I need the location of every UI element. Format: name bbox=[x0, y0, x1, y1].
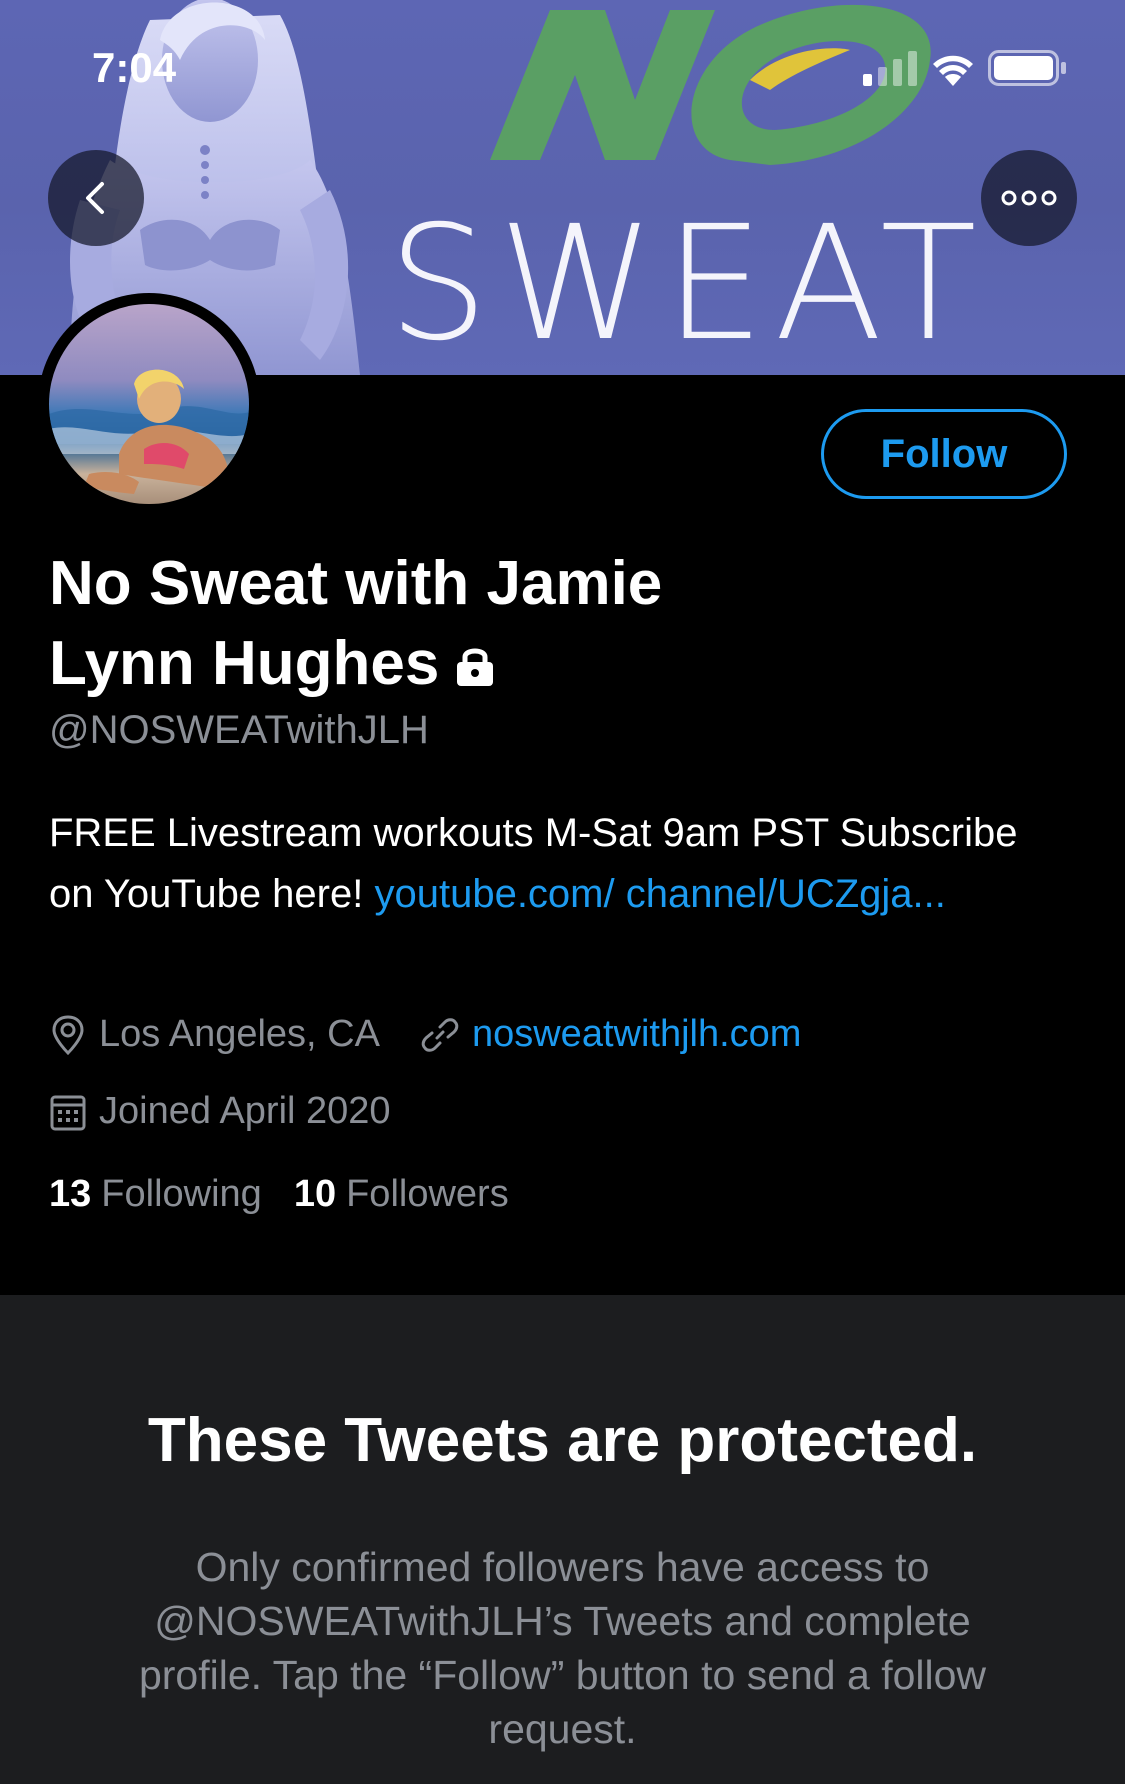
followers-count: 10 bbox=[293, 1173, 337, 1215]
link-icon bbox=[421, 1017, 459, 1052]
joined-row: Joined April 2020 bbox=[49, 1090, 431, 1133]
followers-label: Followers bbox=[346, 1173, 509, 1215]
display-name-line1: No Sweat with Jamie bbox=[49, 549, 663, 618]
back-button[interactable] bbox=[48, 150, 144, 246]
joined-item: Joined April 2020 bbox=[49, 1090, 391, 1133]
profile-handle: @NOSWEATwithJLH bbox=[49, 708, 429, 752]
location-pin-icon bbox=[52, 1014, 84, 1055]
profile-bio: FREE Livestream workouts M-Sat 9am PST S… bbox=[49, 803, 1049, 925]
website-link[interactable]: nosweatwithjlh.com bbox=[472, 1013, 801, 1056]
status-time: 7:04 bbox=[92, 44, 177, 91]
banner-logo-mark bbox=[490, 4, 931, 166]
website-item[interactable]: nosweatwithjlh.com bbox=[420, 1013, 801, 1056]
following-count: 13 bbox=[49, 1173, 92, 1215]
followers-stat[interactable]: 10 Followers bbox=[294, 1173, 509, 1216]
profile-meta-row: Los Angeles, CA nosweatwithjlh.com bbox=[49, 1013, 841, 1056]
protected-tweets-panel: These Tweets are protected. Only confirm… bbox=[0, 1295, 1125, 1784]
follow-stats: 13 Following 10 Followers bbox=[49, 1173, 541, 1216]
calendar-icon bbox=[50, 1095, 86, 1130]
location-text: Los Angeles, CA bbox=[99, 1013, 380, 1055]
profile-display-name: No Sweat with Jamie Lynn Hughes bbox=[49, 544, 849, 704]
wifi-icon bbox=[933, 55, 973, 86]
protected-message: Only confirmed followers have access to … bbox=[138, 1544, 987, 1752]
avatar[interactable] bbox=[49, 304, 249, 504]
bio-link[interactable]: youtube.com/ channel/UCZgja... bbox=[374, 872, 945, 916]
location-item: Los Angeles, CA bbox=[49, 1013, 380, 1056]
signal-icon bbox=[863, 51, 917, 86]
display-name-line2: Lynn Hughes bbox=[49, 629, 440, 698]
lock-icon bbox=[457, 648, 494, 686]
following-stat[interactable]: 13 Following bbox=[49, 1173, 262, 1216]
battery-icon bbox=[988, 50, 1066, 86]
chevron-left-icon bbox=[86, 182, 104, 214]
joined-text: Joined April 2020 bbox=[99, 1090, 391, 1132]
follow-button[interactable]: Follow bbox=[821, 409, 1067, 499]
more-options-button[interactable] bbox=[981, 150, 1077, 246]
following-label: Following bbox=[101, 1173, 262, 1215]
banner-logo-text: SWEAT bbox=[388, 192, 987, 375]
more-dots-icon bbox=[1001, 190, 1057, 206]
avatar-photo bbox=[49, 369, 249, 494]
status-icons bbox=[863, 50, 1066, 86]
protected-title: These Tweets are protected. bbox=[147, 1406, 978, 1475]
